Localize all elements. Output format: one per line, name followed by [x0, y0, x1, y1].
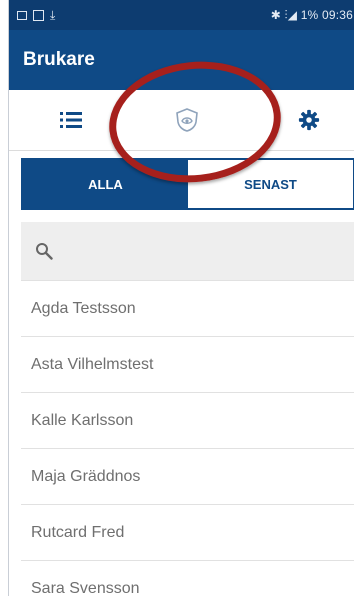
- list-icon: [60, 112, 82, 128]
- screenshot-icon: [17, 10, 27, 20]
- bluetooth-icon: ✱: [270, 7, 281, 22]
- download-icon: ⤓: [50, 8, 56, 22]
- tab-list[interactable]: [49, 98, 93, 142]
- image-icon: [33, 9, 44, 21]
- phone-screen: ⤓ ✱ ⫶◢ 1% 09:36 Brukare ALLA SENAST Agda…: [8, 0, 354, 596]
- list-item[interactable]: Maja Gräddnos: [21, 448, 354, 504]
- signal-icon: ⫶◢: [284, 7, 298, 22]
- search-bar: [21, 221, 354, 281]
- status-icons-left: ⤓: [9, 9, 55, 21]
- list-item[interactable]: Agda Testsson: [21, 280, 354, 336]
- page-title: Brukare: [23, 49, 95, 70]
- tab-settings[interactable]: [287, 98, 331, 142]
- segment-all-button[interactable]: ALLA: [23, 160, 188, 208]
- tab-bar: [9, 90, 354, 151]
- list-item[interactable]: Asta Vilhelmstest: [21, 336, 354, 392]
- status-time: 1% 09:36: [300, 7, 353, 22]
- filter-segmented-control: ALLA SENAST: [21, 158, 354, 210]
- app-bar: Brukare: [9, 30, 354, 90]
- search-input[interactable]: [53, 221, 354, 281]
- guard-shield-icon: [176, 108, 198, 132]
- list-item[interactable]: Kalle Karlsson: [21, 392, 354, 448]
- segment-recent-button[interactable]: SENAST: [188, 160, 353, 208]
- list-item[interactable]: Rutcard Fred: [21, 504, 354, 560]
- status-bar: ⤓ ✱ ⫶◢ 1% 09:36: [9, 0, 354, 30]
- gear-icon: [298, 109, 320, 131]
- user-list: Agda Testsson Asta Vilhelmstest Kalle Ka…: [21, 280, 354, 596]
- status-right: ✱ ⫶◢ 1% 09:36: [271, 8, 354, 23]
- list-item[interactable]: Sara Svensson: [21, 560, 354, 596]
- tab-guard[interactable]: [165, 98, 209, 142]
- search-icon: [36, 243, 53, 260]
